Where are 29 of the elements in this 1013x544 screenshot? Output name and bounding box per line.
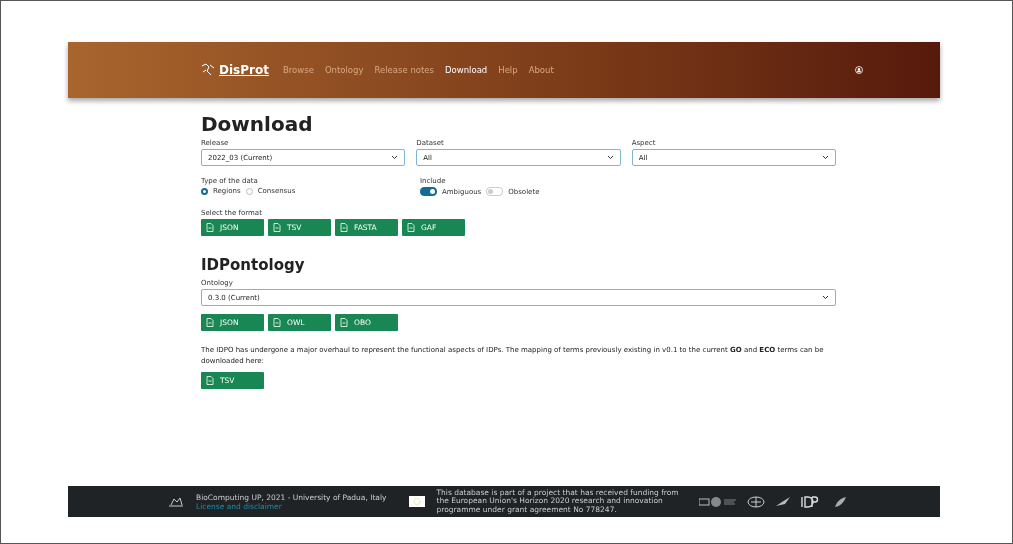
globe-logo-icon (746, 495, 765, 508)
file-icon (340, 223, 348, 232)
nav-link[interactable]: Help (498, 65, 518, 75)
file-icon (273, 318, 281, 327)
file-icon (273, 223, 281, 232)
nav-link[interactable]: Release notes (374, 65, 434, 75)
file-icon (206, 318, 214, 327)
file-icon (206, 223, 214, 232)
chevron-down-icon (822, 155, 829, 160)
nav-link[interactable]: About (528, 65, 554, 75)
nav-link[interactable]: Ontology (324, 65, 364, 75)
radio-button[interactable] (201, 187, 208, 195)
toggle-switch[interactable] (420, 187, 437, 196)
nav-link[interactable]: Download (445, 65, 488, 75)
user-icon[interactable] (854, 66, 863, 74)
chevron-down-icon (606, 155, 614, 160)
page-title: Download (201, 112, 314, 136)
file-icon (407, 223, 415, 232)
nav-link[interactable]: Browse (282, 65, 314, 75)
eu-flag-icon (408, 496, 425, 507)
university-logo-icon (698, 495, 737, 508)
brand-name[interactable]: DisProt (219, 63, 269, 77)
file-icon (340, 318, 348, 327)
chevron-down-icon (391, 155, 399, 160)
logo-icon (200, 63, 216, 77)
chevron-down-icon (822, 295, 829, 300)
file-icon (206, 376, 214, 385)
section-title: IDPontology (201, 256, 306, 274)
leaf-logo-icon (832, 495, 847, 508)
